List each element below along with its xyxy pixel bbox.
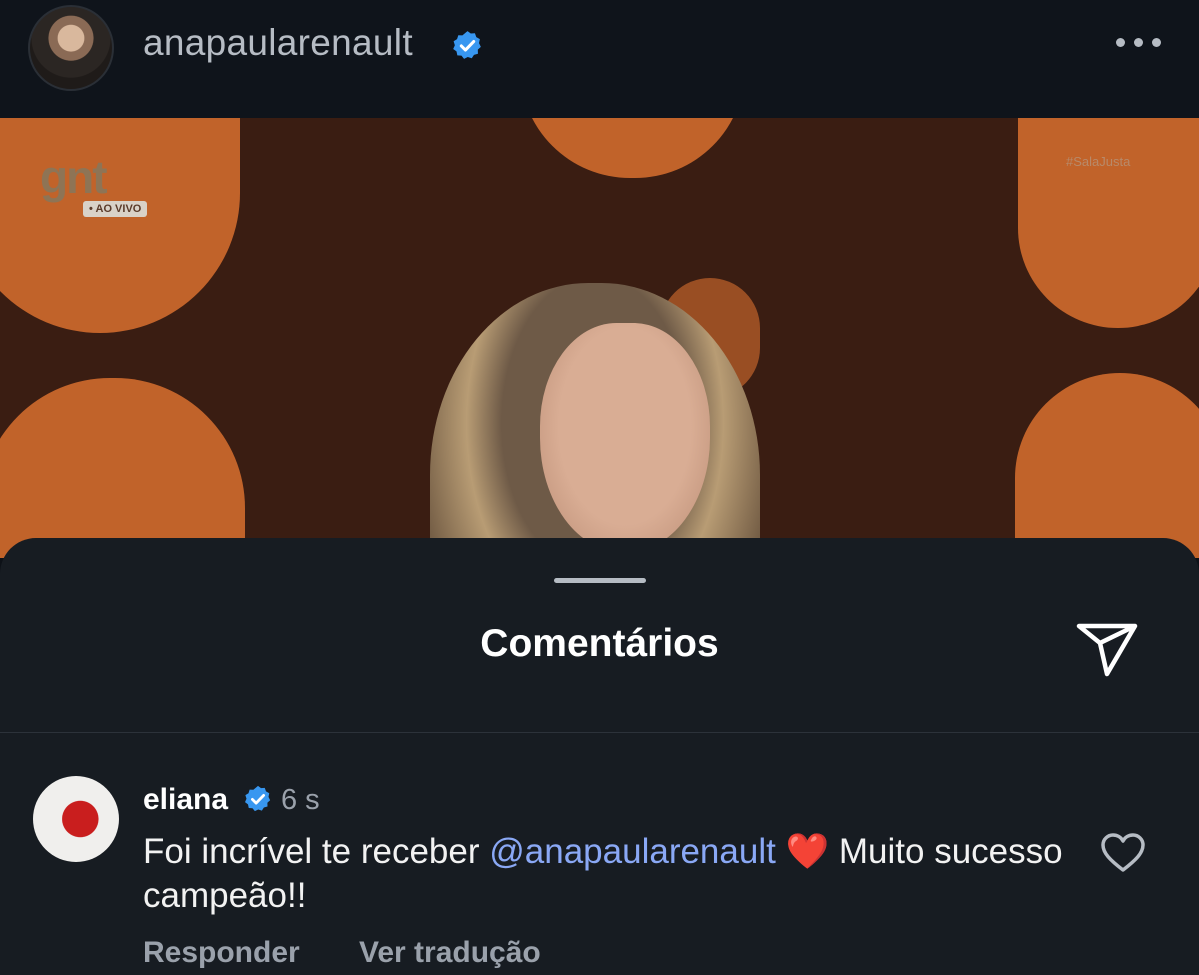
video-person-face <box>540 323 710 553</box>
verified-badge-icon <box>453 31 481 59</box>
comment-text-start: Foi incrível te receber <box>143 832 490 871</box>
reply-button[interactable]: Responder <box>143 936 300 970</box>
comment-text: Foi incrível te receber @anapaularenault… <box>143 830 1063 918</box>
red-heart-emoji: ❤️ <box>785 832 830 871</box>
sheet-drag-handle[interactable] <box>554 578 646 583</box>
translate-button[interactable]: Ver tradução <box>359 936 541 970</box>
commenter-avatar[interactable] <box>33 776 119 862</box>
more-options-icon[interactable] <box>1116 34 1162 54</box>
sheet-title: Comentários <box>480 622 719 665</box>
commenter-username[interactable]: eliana <box>143 783 228 817</box>
comment-timestamp: 6 s <box>281 784 320 816</box>
sheet-divider <box>0 732 1199 733</box>
live-badge: • AO VIVO <box>83 201 148 217</box>
send-icon[interactable] <box>1074 616 1140 680</box>
channel-logo: gnt <box>40 151 108 203</box>
post-header: anapaularenault <box>0 0 1199 118</box>
heart-outline-icon[interactable] <box>1100 832 1146 874</box>
comment-mention[interactable]: @anapaularenault <box>489 832 776 871</box>
video-frame[interactable] <box>0 118 1199 558</box>
comments-sheet: Comentários eliana 6 s Foi incrível te r… <box>0 538 1199 975</box>
post-username[interactable]: anapaularenault <box>143 22 413 64</box>
profile-avatar[interactable] <box>28 5 114 91</box>
video-hashtag: #SalaJusta <box>1066 154 1131 169</box>
verified-badge-icon <box>245 785 271 812</box>
